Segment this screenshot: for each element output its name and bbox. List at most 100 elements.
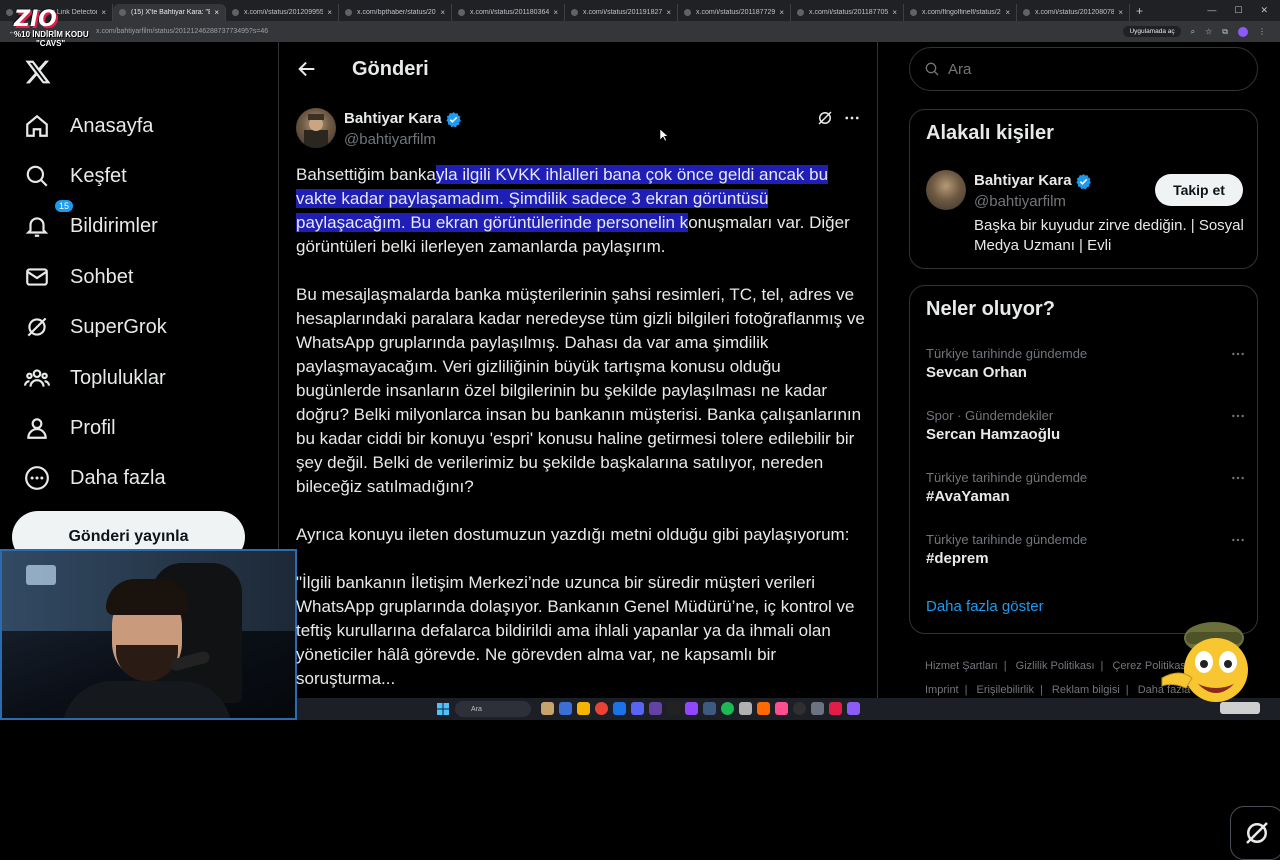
taskbar-files-icon[interactable]	[559, 702, 572, 715]
nav-item-profile[interactable]: Profil	[24, 410, 116, 446]
nav-item-communities[interactable]: Topluluklar	[24, 360, 166, 396]
search-box[interactable]	[909, 47, 1258, 91]
footer-link[interactable]: Reklam bilgisi	[1052, 684, 1120, 696]
nav-item-home[interactable]: Anasayfa	[24, 108, 153, 144]
tab-close-icon[interactable]: ×	[779, 8, 784, 17]
tab-strip: BitDefender Link Detector × (15) X'te Baht…	[0, 0, 1130, 21]
taskbar-explorer-icon[interactable]	[577, 702, 590, 715]
taskbar-tiktok-icon[interactable]	[667, 702, 680, 715]
taskbar-chrome-icon[interactable]	[595, 702, 608, 715]
trend-more-icon[interactable]	[1230, 532, 1246, 548]
trend-name: #deprem	[926, 550, 989, 567]
browser-tab[interactable]: x.com/i/status/201187729695×	[678, 4, 791, 21]
stream-overlay-logo: ZIO %10 İNDİRİM KODU "CAVS"	[14, 9, 104, 52]
emoji-sticker-icon	[1161, 622, 1260, 714]
tab-close-icon[interactable]: ×	[1118, 8, 1123, 17]
taskbar-obs-icon[interactable]	[775, 702, 788, 715]
maximize-icon[interactable]: ☐	[1234, 5, 1242, 16]
browser-menu-icon[interactable]: ⋮	[1258, 27, 1266, 36]
taskbar-search[interactable]: Ara	[455, 701, 531, 717]
browser-tab[interactable]: x.com/flngolfinelf/status/201 ×	[904, 4, 1017, 21]
browser-tab[interactable]: x.com/i/status/201209955340 ×	[226, 4, 339, 21]
browser-tab[interactable]: x.com/i/status/201191827709×	[565, 4, 678, 21]
post-paragraph: "İlgili bankanın İletişim Merkezi’nde uz…	[296, 571, 866, 691]
taskbar-app-icon[interactable]	[649, 702, 662, 715]
footer-link[interactable]: Gizlilik Politikası	[1016, 660, 1095, 672]
profile-avatar[interactable]	[1238, 26, 1248, 37]
taskbar-app-icon[interactable]	[811, 702, 824, 715]
post-text-plain: Bahsettiğim banka	[296, 165, 436, 184]
back-arrow-icon[interactable]	[296, 58, 318, 80]
footer-link[interactable]: Hizmet Şartları	[925, 660, 998, 672]
search-input[interactable]	[948, 60, 1228, 78]
zoom-icon[interactable]: ⌕	[1191, 27, 1195, 37]
tab-close-icon[interactable]: ×	[214, 8, 219, 17]
trend-item[interactable]: Türkiye tarihinde gündemde Sevcan Orhan	[926, 346, 1246, 381]
browser-tab[interactable]: x.com/i/status/201180364210×	[452, 4, 565, 21]
tab-close-icon[interactable]: ×	[327, 8, 332, 17]
post-text-plain: "İlgili bankanın İletişim Merkezi’nde uz…	[296, 573, 855, 688]
tab-close-icon[interactable]: ×	[892, 8, 897, 17]
related-name[interactable]: Bahtiyar Kara	[974, 172, 1072, 189]
url-field[interactable]: x.com/bahtiyarfilm/status/20121246288737…	[96, 28, 268, 35]
taskbar-app-icon[interactable]	[829, 702, 842, 715]
trend-more-icon[interactable]	[1230, 408, 1246, 424]
nav-item-notifications[interactable]: 15 Bildirimler	[24, 199, 158, 244]
related-avatar[interactable]	[926, 170, 966, 210]
show-more-link[interactable]: Daha fazla göster	[926, 598, 1044, 615]
bookmark-star-icon[interactable]: ☆	[1205, 27, 1212, 36]
browser-tab[interactable]: x.com/i/status/201208078455 ×	[1017, 4, 1130, 21]
related-people-title: Alakalı kişiler	[926, 122, 1054, 144]
nav-item-more[interactable]: Daha fazla	[24, 460, 166, 496]
tab-close-icon[interactable]: ×	[553, 8, 558, 17]
new-tab-button[interactable]: +	[1136, 4, 1143, 18]
nav-item-messages[interactable]: Sohbet	[24, 259, 133, 295]
trend-item[interactable]: Türkiye tarihinde gündemde #deprem	[926, 532, 1246, 567]
trend-name: #AvaYaman	[926, 488, 1010, 505]
author-name[interactable]: Bahtiyar Kara	[344, 110, 442, 127]
mail-icon	[26, 268, 48, 286]
x-logo-icon[interactable]	[24, 58, 52, 86]
nav-item-explore[interactable]: Keşfet	[24, 158, 127, 194]
taskbar-twitch-icon[interactable]	[685, 702, 698, 715]
footer-link[interactable]: Imprint	[925, 684, 959, 696]
author-handle[interactable]: @bahtiyarfilm	[344, 131, 436, 148]
footer-separator: |	[1125, 684, 1129, 696]
related-handle[interactable]: @bahtiyarfilm	[974, 193, 1066, 210]
taskbar-widget-icon[interactable]	[541, 702, 554, 715]
taskbar-cloud-icon[interactable]	[757, 702, 770, 715]
taskbar-steam-icon[interactable]	[703, 702, 716, 715]
taskbar-record-icon[interactable]	[793, 702, 806, 715]
tab-close-icon[interactable]: ×	[666, 8, 671, 17]
nav-item-supergrok[interactable]: SuperGrok	[24, 309, 167, 345]
trend-item[interactable]: Türkiye tarihinde gündemde #AvaYaman	[926, 470, 1246, 505]
trend-item[interactable]: Spor · Gündemdekiler Sercan Hamzaoğlu	[926, 408, 1246, 443]
trend-more-icon[interactable]	[1230, 346, 1246, 362]
grok-explain-icon[interactable]	[816, 109, 834, 127]
trend-more-icon[interactable]	[1230, 470, 1246, 486]
taskbar-spotify-icon[interactable]	[721, 702, 734, 715]
related-people-panel: Alakalı kişiler Bahtiyar Kara @bahtiyarf…	[909, 109, 1258, 269]
taskbar-browser-icon[interactable]	[613, 702, 626, 715]
taskbar-discord-icon[interactable]	[631, 702, 644, 715]
browser-tab[interactable]: (15) X'te Bahtiyar Kara: "Bahs... ×	[113, 4, 226, 21]
windows-start-icon[interactable]	[437, 703, 449, 715]
tab-close-icon[interactable]: ×	[440, 8, 445, 17]
close-window-icon[interactable]: ✕	[1260, 5, 1268, 16]
taskbar-settings-icon[interactable]	[739, 702, 752, 715]
author-avatar[interactable]	[296, 108, 336, 148]
tab-close-icon[interactable]: ×	[1005, 8, 1010, 17]
browser-tab-label: (15) X'te Bahtiyar Kara: "Bahs...	[131, 9, 210, 16]
browser-tab[interactable]: x.com/bpthaber/status/20121 ×	[339, 4, 452, 21]
minimize-icon[interactable]: —	[1207, 5, 1216, 16]
follow-button[interactable]: Takip et	[1155, 174, 1243, 206]
grok-floating-button[interactable]	[1230, 806, 1280, 860]
footer-link[interactable]: Erişilebilirlik	[977, 684, 1034, 696]
more-options-icon[interactable]	[843, 109, 861, 127]
footer-separator: |	[1100, 660, 1104, 672]
taskbar-app-icon[interactable]	[847, 702, 860, 715]
open-in-app-chip[interactable]: Uygulamada aç	[1123, 26, 1181, 37]
browser-tab[interactable]: x.com/i/status/201187705322×	[791, 4, 904, 21]
extensions-icon[interactable]: ⧉	[1222, 27, 1228, 37]
footer-separator: |	[964, 684, 968, 696]
